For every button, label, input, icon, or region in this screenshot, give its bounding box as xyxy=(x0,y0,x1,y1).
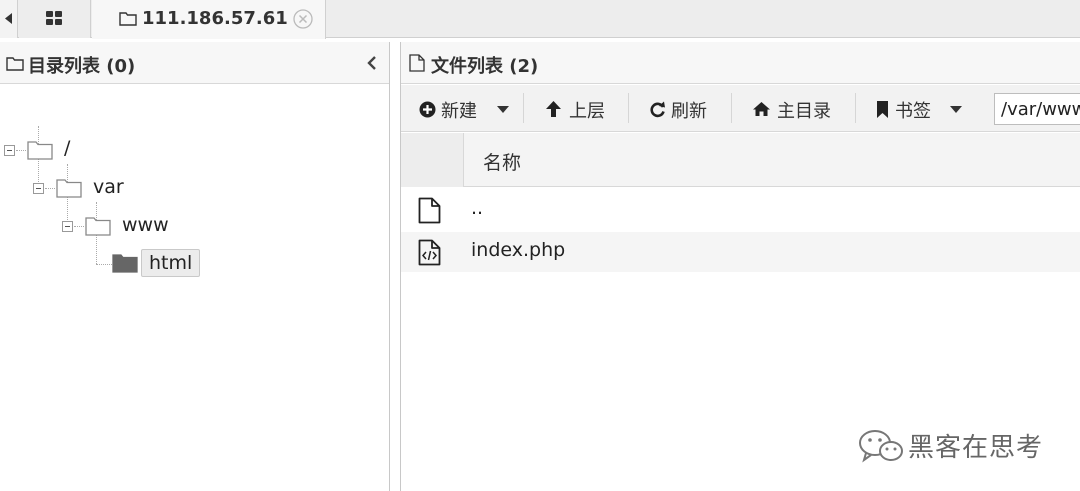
home-button[interactable]: 主目录 xyxy=(752,85,842,132)
file-name: .. xyxy=(471,197,484,219)
folder-icon xyxy=(6,57,24,71)
file-row-parent[interactable]: .. xyxy=(401,190,1080,230)
plus-circle-icon xyxy=(419,101,436,118)
chevron-left-icon[interactable] xyxy=(367,55,377,71)
collapse-toggle-icon[interactable] xyxy=(33,183,44,194)
name-column-header[interactable]: 名称 xyxy=(483,148,521,175)
bookmark-button[interactable]: 书签 xyxy=(876,85,968,132)
file-icon xyxy=(418,197,441,224)
bookmark-icon xyxy=(877,101,888,118)
home-icon xyxy=(753,102,770,116)
tree-node-label: www xyxy=(122,214,169,236)
tree-node-root[interactable]: / xyxy=(0,135,120,165)
file-row-index-php[interactable]: index.php xyxy=(401,232,1080,272)
file-toolbar: 新建 上层 刷新 主目录 书签 /var/www/html/ xyxy=(401,85,1080,132)
tree-node-label-selected: html xyxy=(141,249,201,277)
collapse-toggle-icon[interactable] xyxy=(4,145,15,156)
refresh-icon xyxy=(650,101,665,118)
watermark-text: 黑客在思考 xyxy=(908,433,1044,463)
file-panel-title: 文件列表 (2) xyxy=(431,56,539,77)
refresh-button[interactable]: 刷新 xyxy=(649,85,715,132)
tree-node-www[interactable]: www xyxy=(58,211,198,241)
tree-node-label: / xyxy=(64,137,71,159)
arrow-up-icon xyxy=(546,101,561,117)
new-button-label: 新建 xyxy=(441,101,477,122)
folder-icon xyxy=(119,12,137,26)
folder-icon xyxy=(27,141,53,160)
caret-down-icon xyxy=(950,106,962,113)
tab-host-title: 111.186.57.61 xyxy=(142,8,288,29)
tab-bar: 111.186.57.61 xyxy=(0,0,1080,39)
new-button[interactable]: 新建 xyxy=(419,85,515,132)
grid-icon xyxy=(46,11,62,25)
wechat-icon xyxy=(859,430,903,463)
tab-scroll-left-button[interactable] xyxy=(0,0,18,38)
folder-filled-icon xyxy=(112,254,138,273)
folder-icon xyxy=(56,179,82,198)
tree-node-label: var xyxy=(93,176,124,198)
folder-icon xyxy=(85,217,111,236)
file-panel-header: 文件列表 (2) xyxy=(401,42,1080,84)
file-name: index.php xyxy=(471,239,566,261)
file-icon xyxy=(409,54,425,72)
caret-left-icon xyxy=(5,13,12,24)
home-label: 主目录 xyxy=(777,101,831,122)
bookmark-label: 书签 xyxy=(895,101,931,122)
file-list-header: 名称 xyxy=(401,133,1080,187)
path-input[interactable] xyxy=(994,93,1080,125)
tree-node-html[interactable]: html xyxy=(112,247,222,277)
refresh-label: 刷新 xyxy=(671,101,707,122)
file-panel: 文件列表 (2) 新建 上层 刷新 主目录 书签 /var/www/html/ … xyxy=(400,42,1080,491)
icon-column-header xyxy=(401,133,464,187)
directory-panel: 目录列表 (0) / var www html xyxy=(0,42,390,491)
tree-node-var[interactable]: var xyxy=(29,173,149,203)
up-level-button[interactable]: 上层 xyxy=(545,85,611,132)
directory-panel-title: 目录列表 (0) xyxy=(28,56,136,77)
directory-panel-header: 目录列表 (0) xyxy=(0,42,389,84)
tab-host[interactable]: 111.186.57.61 xyxy=(92,0,326,39)
code-file-icon xyxy=(418,239,441,266)
up-level-label: 上层 xyxy=(569,101,605,122)
close-tab-icon[interactable] xyxy=(293,9,313,29)
caret-down-icon xyxy=(497,106,509,113)
tab-apps-grid[interactable] xyxy=(19,0,91,38)
collapse-toggle-icon[interactable] xyxy=(62,221,73,232)
